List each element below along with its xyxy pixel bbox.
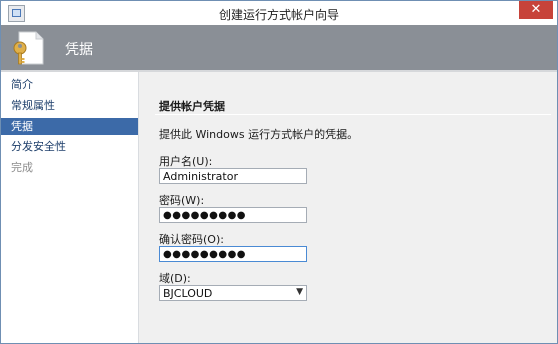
wizard-window: 创建运行方式帐户向导 ✕ 凭据 简介 常规属性 凭据 分发安全性 完成 提供帐户… — [0, 0, 558, 344]
sidebar-item-completion: 完成 — [11, 161, 33, 174]
section-title: 提供帐户凭据 — [159, 100, 225, 113]
domain-label: 域(D): — [159, 272, 191, 285]
section-divider — [155, 114, 551, 115]
wizard-steps-sidebar: 简介 常规属性 凭据 分发安全性 完成 — [1, 72, 139, 343]
username-label: 用户名(U): — [159, 155, 213, 168]
domain-select[interactable]: BJCLOUD ▼ — [159, 285, 307, 301]
credentials-panel: 提供帐户凭据 提供此 Windows 运行方式帐户的凭据。 用户名(U): Ad… — [139, 72, 557, 343]
password-label: 密码(W): — [159, 194, 205, 207]
domain-select-value: BJCLOUD — [163, 287, 213, 300]
close-button[interactable]: ✕ — [519, 1, 553, 19]
confirm-password-label: 确认密码(O): — [159, 233, 224, 246]
window-title: 创建运行方式帐户向导 — [218, 8, 339, 22]
sidebar-item-distribution-security[interactable]: 分发安全性 — [1, 138, 138, 155]
password-field[interactable]: ●●●●●●●●● — [159, 207, 307, 223]
confirm-password-field[interactable]: ●●●●●●●●● — [159, 246, 307, 262]
sidebar-item-intro[interactable]: 简介 — [1, 76, 138, 93]
credential-key-icon — [13, 31, 44, 65]
description-text: 提供此 Windows 运行方式帐户的凭据。 — [159, 128, 359, 141]
chevron-down-icon[interactable]: ▼ — [296, 286, 303, 299]
title-bar: 创建运行方式帐户向导 ✕ — [1, 1, 557, 25]
sidebar-item-credentials[interactable]: 凭据 — [1, 118, 138, 135]
username-field[interactable]: Administrator — [159, 168, 307, 184]
sidebar-item-general-properties[interactable]: 常规属性 — [1, 97, 138, 114]
page-title: 凭据 — [65, 42, 93, 58]
wizard-header: 凭据 — [1, 25, 557, 70]
